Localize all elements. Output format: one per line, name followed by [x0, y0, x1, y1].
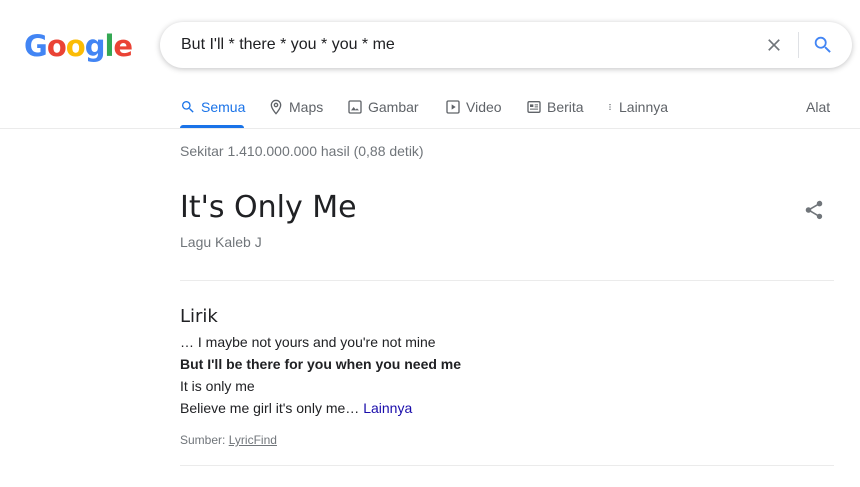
search-icon [182, 101, 194, 113]
lyrics-source: Sumber: LyricFind [180, 433, 277, 447]
google-logo[interactable]: Google [24, 29, 133, 63]
lyric-line: But I'll be there for you when you need … [180, 356, 462, 372]
search-divider [798, 32, 799, 58]
tools-button[interactable]: Alat [806, 97, 830, 117]
lyric-line-text: Believe me girl it's only me… [180, 400, 360, 416]
search-box[interactable]: But I'll * there * you * you * me [160, 22, 852, 68]
result-stats: Sekitar 1.410.000.000 hasil (0,88 detik) [180, 143, 424, 159]
map-pin-icon [270, 99, 282, 115]
lyric-line: It is only me [180, 378, 255, 394]
tab-label: Semua [201, 99, 246, 115]
lyric-line: … I maybe not yours and you're not mine [180, 334, 436, 350]
more-vert-icon [609, 104, 611, 110]
tab-label: Lainnya [619, 99, 669, 115]
tools-label: Alat [806, 99, 831, 115]
search-icon[interactable] [812, 34, 834, 56]
tab-label: Gambar [368, 99, 419, 115]
active-tab-indicator [180, 125, 244, 128]
logo-letter: G [24, 29, 48, 63]
divider [180, 465, 834, 466]
tab-semua[interactable]: Semua [180, 97, 245, 117]
search-input[interactable]: But I'll * there * you * you * me [181, 36, 395, 54]
video-icon [446, 100, 460, 114]
tab-label: Berita [547, 99, 584, 115]
news-icon [527, 101, 541, 113]
divider [180, 280, 834, 281]
share-icon[interactable] [803, 199, 825, 221]
source-link[interactable]: LyricFind [229, 433, 277, 447]
tab-label: Maps [289, 99, 324, 115]
lyric-line-last: Believe me girl it's only me… Lainnya [180, 400, 412, 416]
song-title: It's Only Me [180, 190, 357, 225]
logo-letter: o [65, 29, 86, 63]
song-subtitle: Lagu Kaleb J [180, 234, 262, 250]
close-icon[interactable] [764, 35, 784, 55]
tab-label: Video [466, 99, 502, 115]
lyrics-heading: Lirik [180, 306, 218, 327]
logo-letter: g [84, 29, 106, 63]
search-tabs: Semua Maps Gambar Video Berita Lainnya A… [0, 90, 860, 129]
logo-letter: o [46, 29, 67, 63]
logo-letter: e [113, 29, 133, 63]
more-lyrics-link[interactable]: Lainnya [363, 400, 412, 416]
tab-berita[interactable]: Berita [526, 97, 584, 117]
tab-maps[interactable]: Maps [268, 97, 323, 117]
tab-gambar[interactable]: Gambar [347, 97, 419, 117]
tab-lainnya[interactable]: Lainnya [606, 97, 668, 117]
source-label: Sumber: [180, 433, 226, 447]
image-icon [348, 100, 362, 114]
tab-video[interactable]: Video [445, 97, 502, 117]
